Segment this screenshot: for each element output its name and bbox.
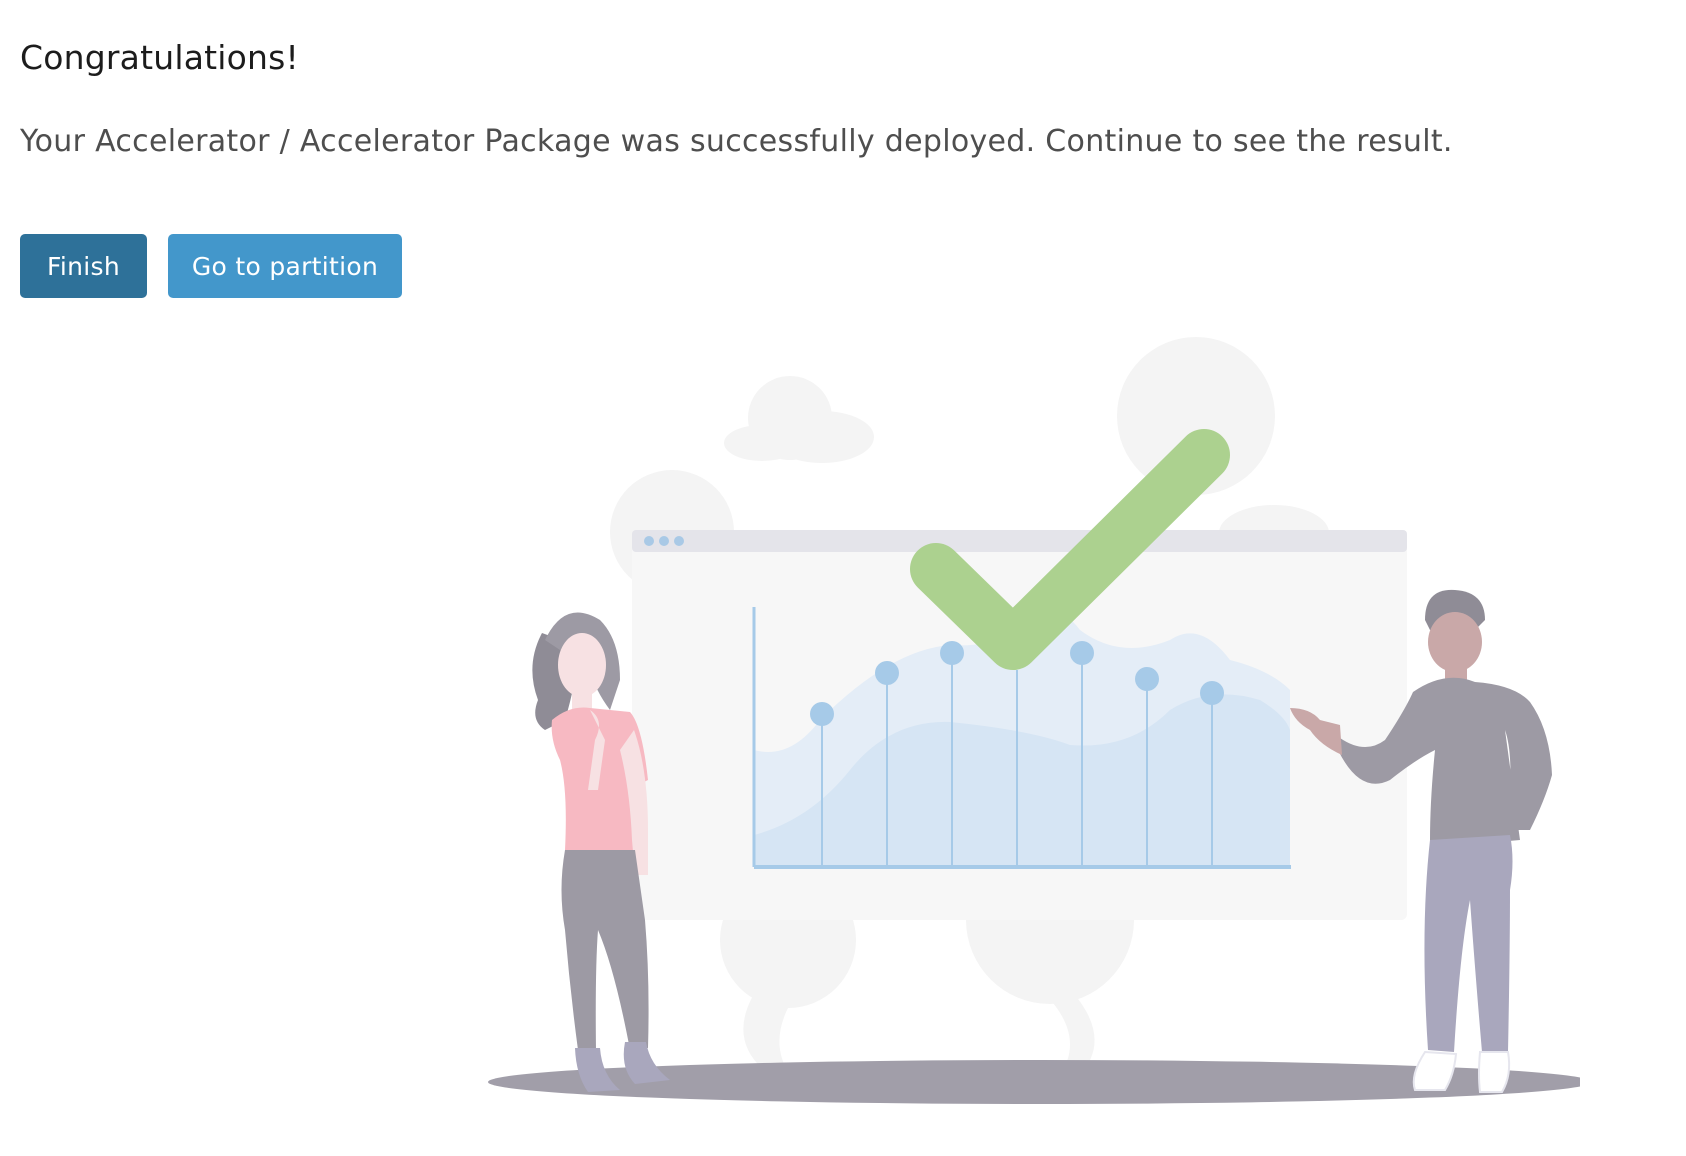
- success-check-illustration: [488, 337, 1580, 1104]
- success-message: Your Accelerator / Accelerator Package w…: [20, 124, 1453, 159]
- go-to-partition-button[interactable]: Go to partition: [168, 234, 402, 298]
- deployment-success-page: Congratulations! Your Accelerator / Acce…: [0, 0, 1686, 1156]
- finish-button[interactable]: Finish: [20, 234, 147, 298]
- window-dot-icon: [674, 536, 684, 546]
- page-title: Congratulations!: [20, 38, 299, 77]
- window-dot-icon: [644, 536, 654, 546]
- window-dot-icon: [659, 536, 669, 546]
